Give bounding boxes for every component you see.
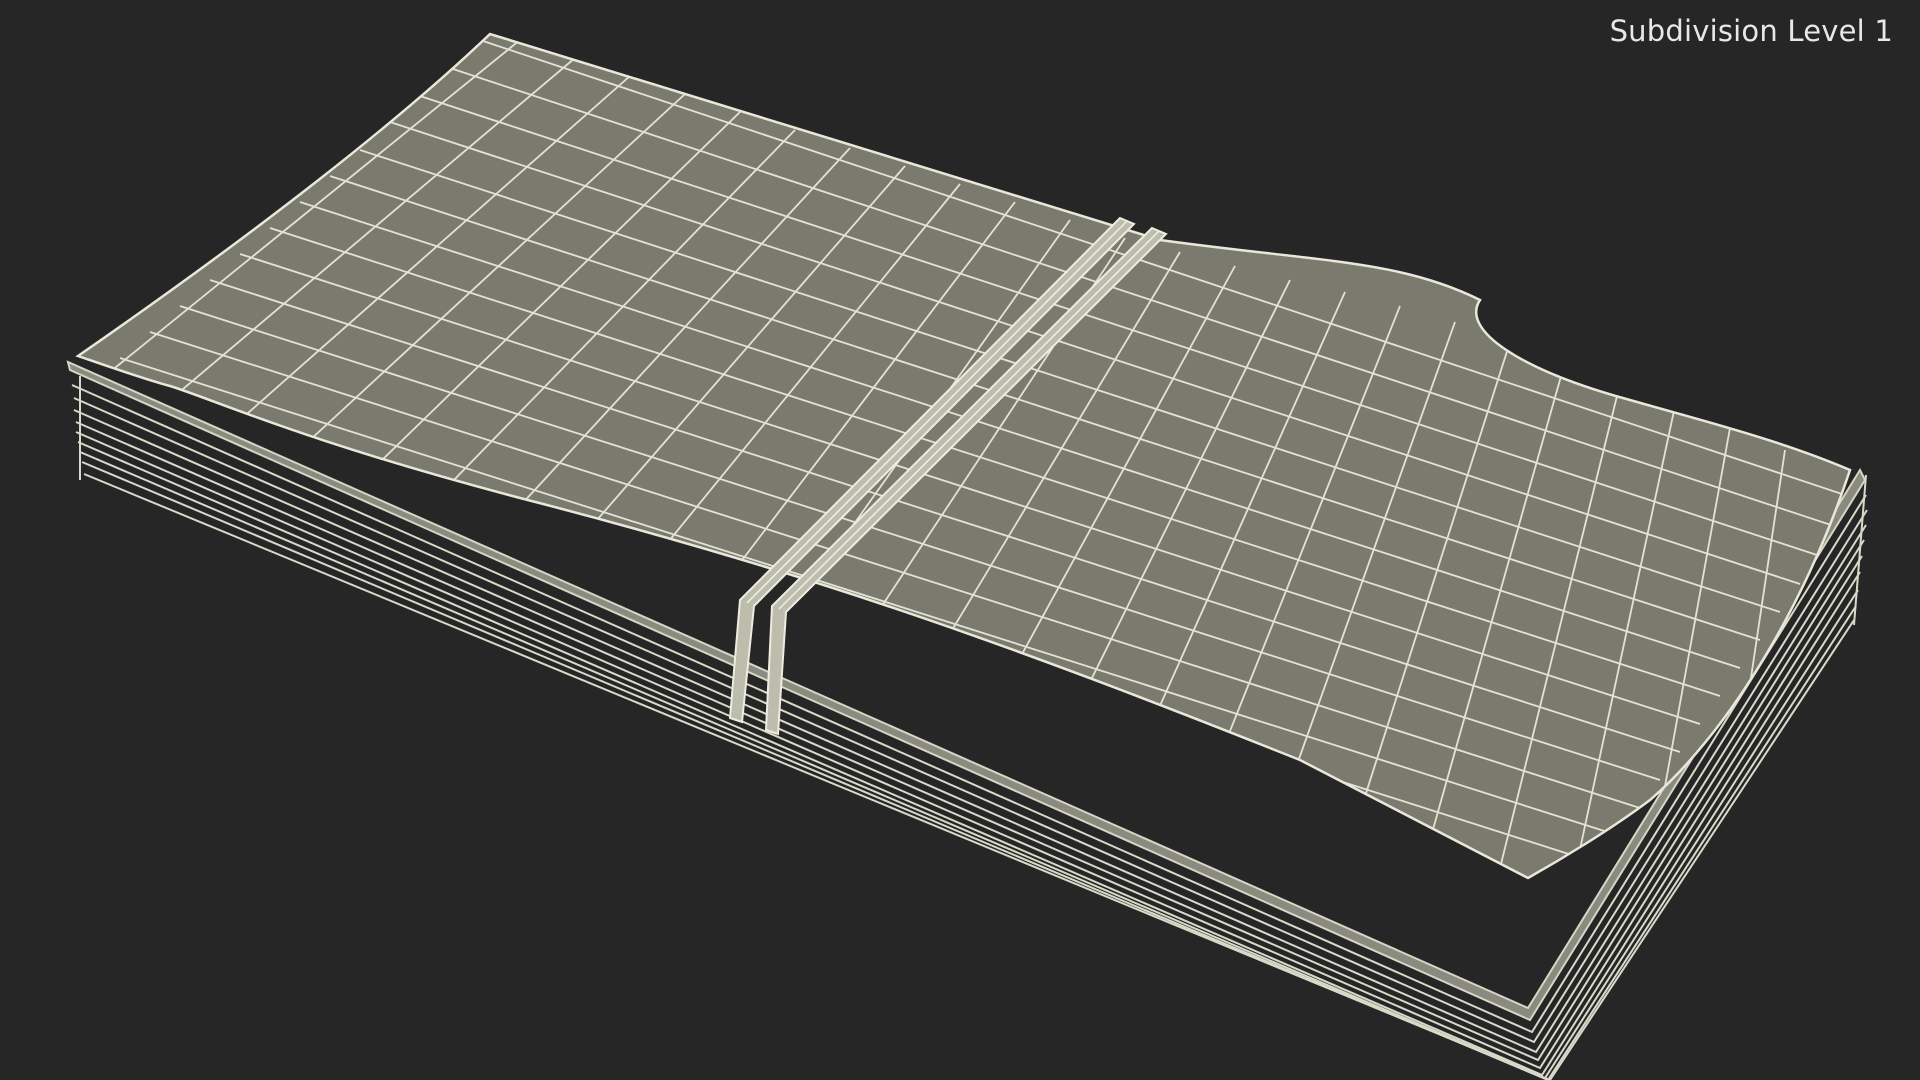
render-canvas — [66, 32, 1868, 1080]
viewport[interactable]: Subdivision Level 1 — [0, 0, 1920, 1080]
subdivision-level-label: Subdivision Level 1 — [1609, 14, 1893, 48]
